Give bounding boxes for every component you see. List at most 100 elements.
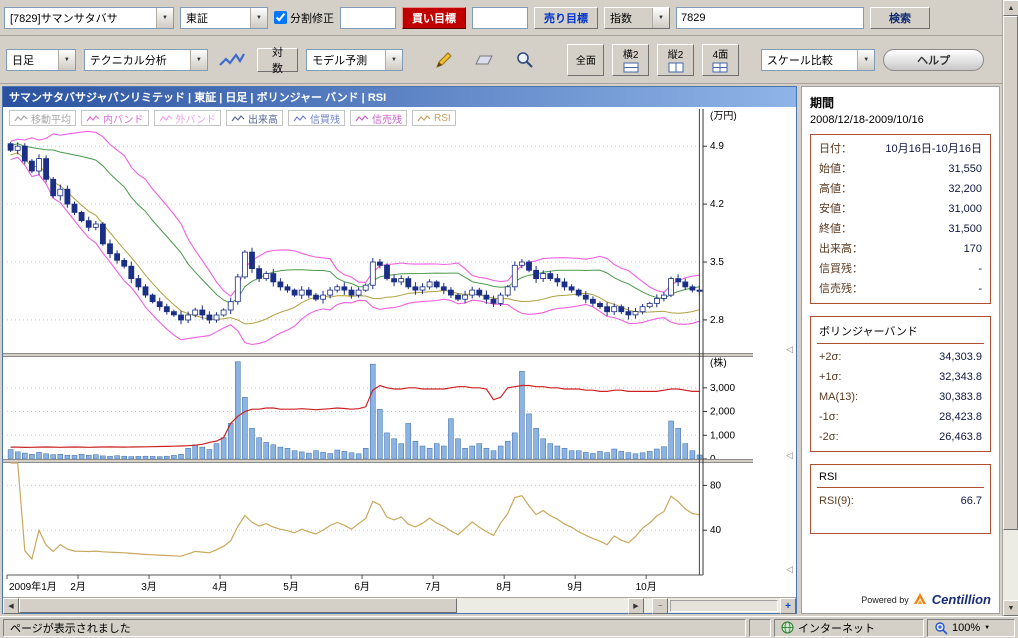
period-select-value: 日足 [7, 52, 58, 68]
layout-full-button[interactable]: 全面 [567, 44, 604, 76]
sell-target-button[interactable]: 売り目標 [534, 7, 598, 29]
buy-target-input[interactable] [340, 7, 396, 29]
chart-title-bar: サマンサタバサジャパンリミテッド | 東証 | 日足 | ボリンジャー バンド … [3, 87, 796, 107]
chevron-down-icon[interactable]: ▼ [385, 50, 402, 70]
scale-compare-select[interactable]: スケール比較 ▼ [761, 49, 875, 71]
search-button[interactable]: 検索 [870, 7, 930, 29]
layout-v2-label: 縦2 [668, 46, 684, 61]
zoom-tool-button[interactable] [509, 46, 542, 74]
scroll-track[interactable] [19, 598, 628, 613]
sell-target-input[interactable] [472, 7, 528, 29]
data-row: 終値：31,500 [817, 219, 984, 239]
data-row: 高値：32,200 [817, 179, 984, 199]
chevron-down-icon[interactable]: ▼ [857, 50, 874, 70]
data-row: -2σ:26,463.8 [817, 427, 984, 447]
split-vertical-icon [668, 62, 684, 73]
legend-line-icon [159, 114, 173, 123]
svg-text:3,000: 3,000 [710, 383, 735, 394]
vscroll-thumb[interactable] [1003, 16, 1018, 530]
chevron-down-icon[interactable]: ▼ [58, 50, 75, 70]
chart-legend: 移動平均内バンド外バンド出来高信買残信売残 RSI [9, 110, 456, 126]
pencil-icon [433, 50, 453, 70]
chart-horizontal-scrollbar[interactable]: ◀ ▶ − + [3, 597, 796, 613]
pen-tool-button[interactable] [427, 46, 460, 74]
split-adjust-toggle[interactable]: 分割修正 [274, 10, 334, 26]
scroll-down-button[interactable]: ▼ [1003, 600, 1018, 616]
chart-body[interactable]: 4.94.23.52.8(万円)3,0002,0001,0000(株)80402… [3, 107, 796, 597]
svg-text:5月: 5月 [283, 581, 299, 593]
layout-quad-button[interactable]: 4面 [702, 44, 739, 76]
period-select[interactable]: 日足 ▼ [6, 49, 76, 71]
market-select[interactable]: 東証 ▼ [180, 7, 268, 29]
chevron-down-icon[interactable]: ▼ [190, 50, 207, 70]
legend-toggle-3[interactable]: 出来高 [226, 110, 283, 126]
legend-toggle-4[interactable]: 信買残 [288, 110, 345, 126]
pane-resize-handle[interactable]: ◁ [786, 565, 793, 574]
toolbar-secondary: 日足 ▼ テクニカル分析 ▼ 対数 モデル予測 ▼ [0, 36, 1002, 84]
eraser-tool-button[interactable] [468, 46, 501, 74]
technical-analysis-select[interactable]: テクニカル分析 ▼ [84, 49, 208, 71]
zoom-level-icon [934, 621, 948, 635]
legend-toggle-5[interactable]: 信売残 [350, 110, 407, 126]
symbol-select[interactable]: [7829]サマンサタバサ ▼ [4, 7, 174, 29]
chevron-down-icon[interactable]: ▼ [250, 8, 267, 28]
legend-toggle-6[interactable]: RSI [412, 110, 456, 126]
data-row: +2σ:34,303.9 [817, 347, 984, 367]
split-adjust-label: 分割修正 [290, 10, 334, 26]
line-chart-icon [218, 51, 246, 69]
index-select[interactable]: 指数 ▼ [604, 7, 670, 29]
data-row: RSI(9):66.7 [817, 491, 984, 511]
layout-h2-label: 横2 [623, 46, 639, 61]
help-button[interactable]: ヘルプ [883, 49, 984, 71]
svg-text:7月: 7月 [425, 581, 441, 593]
zoom-slider[interactable] [670, 600, 778, 612]
legend-toggle-0[interactable]: 移動平均 [9, 110, 76, 126]
model-forecast-select[interactable]: モデル予測 ▼ [306, 49, 403, 71]
data-row: MA(13):30,383.8 [817, 387, 984, 407]
data-row: +1σ:32,343.8 [817, 367, 984, 387]
security-zone-label: インターネット [798, 620, 875, 636]
svg-text:10月: 10月 [636, 581, 657, 593]
data-row: 安値：31,000 [817, 199, 984, 219]
trendline-chart-button[interactable] [216, 46, 249, 74]
buy-target-button[interactable]: 買い目標 [402, 7, 466, 29]
chevron-down-icon[interactable]: ▼ [652, 8, 669, 28]
scroll-left-button[interactable]: ◀ [3, 598, 19, 614]
layout-h2-button[interactable]: 横2 [612, 44, 649, 76]
scroll-thumb[interactable] [19, 598, 457, 613]
log-scale-button[interactable]: 対数 [257, 48, 298, 72]
zoom-in-button[interactable]: + [780, 598, 796, 614]
vscroll-track[interactable] [1003, 16, 1018, 600]
layout-v2-button[interactable]: 縦2 [657, 44, 694, 76]
svg-text:8月: 8月 [496, 581, 512, 593]
pane-resize-handle[interactable]: ◁ [786, 451, 793, 460]
scroll-right-button[interactable]: ▶ [628, 598, 644, 614]
svg-text:2,000: 2,000 [710, 407, 735, 418]
scale-compare-value: スケール比較 [762, 52, 857, 68]
zoom-out-button[interactable]: − [652, 598, 668, 614]
chevron-down-icon[interactable]: ▼ [984, 625, 990, 631]
legend-line-icon [86, 114, 100, 123]
legend-line-icon [14, 114, 28, 123]
code-input[interactable] [676, 7, 864, 29]
svg-text:9月: 9月 [567, 581, 583, 593]
pane-resize-handle[interactable]: ◁ [786, 345, 793, 354]
period-value: 2008/12/18-2009/10/16 [810, 114, 991, 126]
chart-canvas[interactable]: 4.94.23.52.8(万円)3,0002,0001,0000(株)80402… [3, 107, 753, 597]
market-select-value: 東証 [181, 10, 250, 26]
scroll-up-button[interactable]: ▲ [1003, 0, 1018, 16]
svg-text:2月: 2月 [70, 581, 86, 593]
legend-toggle-1[interactable]: 内バンド [81, 110, 149, 126]
legend-toggle-2[interactable]: 外バンド [154, 110, 222, 126]
info-panel: 期間 2008/12/18-2009/10/16 日付：10月16日-10月16… [801, 86, 1000, 614]
split-adjust-checkbox[interactable] [274, 11, 287, 24]
chevron-down-icon[interactable]: ▼ [156, 8, 173, 28]
page-vertical-scrollbar[interactable]: ▲ ▼ [1002, 0, 1018, 616]
page-zoom-panel[interactable]: 100% ▼ [927, 619, 1015, 637]
svg-text:(万円): (万円) [710, 111, 737, 122]
period-title: 期間 [810, 94, 991, 111]
magnifier-icon [515, 50, 535, 70]
bollinger-title: ボリンジャーバンド [817, 321, 984, 344]
chart-panel: サマンサタバサジャパンリミテッド | 東証 | 日足 | ボリンジャー バンド … [2, 86, 797, 614]
layout-full-label: 全面 [576, 52, 596, 67]
